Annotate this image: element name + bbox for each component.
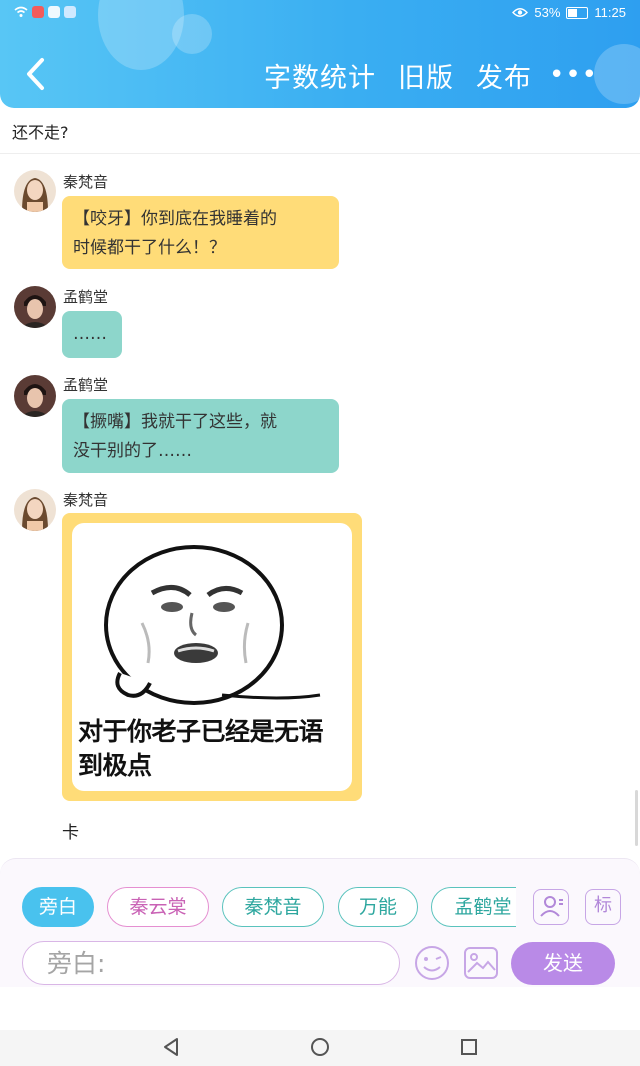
role-chip-narrator[interactable]: 旁白 bbox=[22, 887, 94, 927]
nav-home-icon[interactable] bbox=[309, 1036, 331, 1058]
role-selector: 旁白 秦云棠 秦梵音 万能 孟鹤堂 bbox=[22, 887, 516, 929]
avatar-image bbox=[14, 489, 56, 531]
battery-icon bbox=[566, 6, 589, 19]
trailing-text: 卡 bbox=[62, 823, 79, 843]
emoji-icon[interactable] bbox=[413, 944, 451, 982]
status-icons bbox=[14, 6, 76, 18]
message-line: 【咬牙】你到底在我睡着的 bbox=[73, 209, 277, 229]
meme-sticker: 对于你老子已经是无语 到极点 bbox=[72, 523, 352, 791]
speaker-name: 孟鹤堂 bbox=[63, 376, 109, 394]
message-input-wrapper bbox=[22, 941, 400, 985]
header-actions: 字数统计 旧版 发布 bbox=[264, 56, 532, 95]
message-bubble[interactable]: …… bbox=[62, 311, 122, 358]
old-version-button[interactable]: 旧版 bbox=[398, 56, 454, 95]
scrollbar-thumb[interactable] bbox=[635, 790, 638, 846]
status-bar: 53% 11:25 bbox=[0, 0, 640, 28]
eye-icon bbox=[512, 8, 529, 17]
publish-button[interactable]: 发布 bbox=[476, 56, 532, 95]
message-line: 时候都干了什么！？ bbox=[73, 238, 226, 258]
sticker-caption: 对于你老子已经是无语 到极点 bbox=[78, 715, 346, 783]
status-right: 53% 11:25 bbox=[512, 5, 626, 20]
more-options-button[interactable]: ••• bbox=[549, 60, 598, 90]
avatar-image bbox=[14, 286, 56, 328]
person-card-icon bbox=[539, 896, 563, 917]
speaker-name: 秦梵音 bbox=[63, 173, 109, 191]
wechat-icon bbox=[48, 6, 60, 18]
caption-line: 对于你老子已经是无语 bbox=[78, 717, 324, 746]
role-chip-meng-hetang[interactable]: 孟鹤堂 bbox=[431, 887, 516, 927]
sticker-bubble[interactable]: 对于你老子已经是无语 到极点 bbox=[62, 513, 362, 801]
chapter-title: 还不走? bbox=[0, 112, 640, 154]
avatar-meng-hetang[interactable] bbox=[14, 375, 56, 417]
meme-face-image bbox=[104, 545, 321, 705]
send-button[interactable]: 发送 bbox=[511, 942, 615, 985]
tag-button[interactable]: 标 bbox=[585, 889, 621, 925]
image-icon[interactable] bbox=[462, 944, 500, 982]
message-bubble[interactable]: 【撅嘴】我就干了这些，就 没干别的了…… bbox=[62, 399, 339, 473]
role-chip-universal[interactable]: 万能 bbox=[338, 887, 418, 927]
message-line: …… bbox=[73, 324, 107, 344]
avatar-qin-fanyin[interactable] bbox=[14, 170, 56, 212]
avatar-meng-hetang[interactable] bbox=[14, 286, 56, 328]
speaker-name: 孟鹤堂 bbox=[63, 288, 109, 306]
avatar-image bbox=[14, 170, 56, 212]
app-notification-icon bbox=[32, 6, 44, 18]
manage-roles-button[interactable] bbox=[533, 889, 569, 925]
nav-recents-icon[interactable] bbox=[458, 1036, 480, 1058]
battery-percent: 53% bbox=[534, 5, 561, 20]
search-app-icon bbox=[64, 6, 76, 18]
message-line: 【撅嘴】我就干了这些，就 bbox=[73, 412, 277, 432]
message-input[interactable] bbox=[45, 942, 379, 984]
avatar-image bbox=[14, 375, 56, 417]
speaker-name: 秦梵音 bbox=[63, 491, 109, 509]
nav-back-icon[interactable] bbox=[160, 1036, 182, 1058]
caption-line: 到极点 bbox=[78, 751, 152, 780]
word-count-button[interactable]: 字数统计 bbox=[264, 56, 376, 95]
wifi-icon bbox=[14, 6, 28, 17]
avatar-qin-fanyin[interactable] bbox=[14, 489, 56, 531]
decor-bubble bbox=[594, 44, 640, 104]
message-line: 没干别的了…… bbox=[73, 441, 192, 461]
clock: 11:25 bbox=[594, 5, 626, 20]
back-arrow-icon[interactable] bbox=[20, 54, 54, 94]
top-app-bar: 53% 11:25 字数统计 旧版 发布 ••• bbox=[0, 0, 640, 108]
role-chip-qin-yuntang[interactable]: 秦云棠 bbox=[107, 887, 209, 927]
role-chip-qin-fanyin[interactable]: 秦梵音 bbox=[222, 887, 324, 927]
message-bubble[interactable]: 【咬牙】你到底在我睡着的 时候都干了什么！？ bbox=[62, 196, 339, 269]
system-navigation-bar bbox=[0, 1030, 640, 1066]
